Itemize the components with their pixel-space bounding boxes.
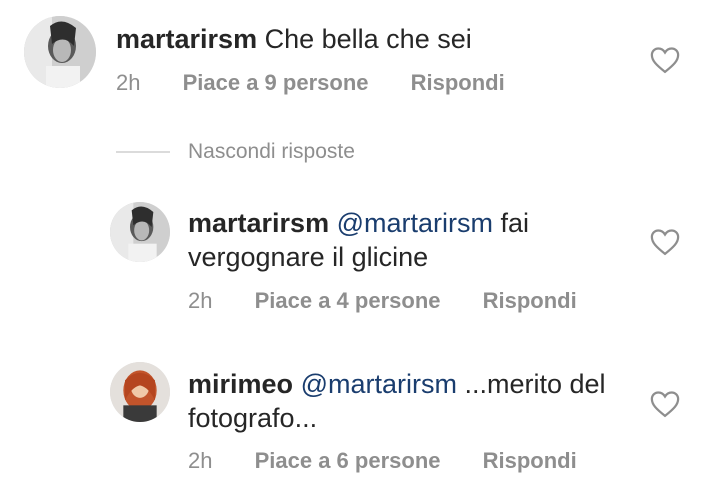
avatar[interactable]	[110, 362, 170, 422]
avatar[interactable]	[24, 16, 96, 88]
comment-text: martarirsm @martarirsm fai vergognare il…	[188, 206, 628, 274]
reply-button[interactable]: Rispondi	[483, 448, 577, 474]
comment-body-line1: ...merito del	[464, 369, 606, 399]
username[interactable]: martarirsm	[116, 24, 257, 54]
avatar[interactable]	[110, 202, 170, 262]
comment-body-line1: fai	[500, 208, 530, 238]
comment-text: martarirsm Che bella che sei	[116, 22, 472, 56]
comment-meta: 2h Piace a 4 persone Rispondi	[188, 288, 577, 314]
comment-text: mirimeo @martarirsm ...merito del fotogr…	[188, 367, 628, 435]
mention-link[interactable]: @martarirsm	[337, 208, 493, 238]
divider	[116, 151, 170, 153]
comment-body-line2: fotografo...	[188, 403, 318, 433]
comment-meta: 2h Piace a 6 persone Rispondi	[188, 448, 577, 474]
likes-count[interactable]: Piace a 4 persone	[255, 288, 441, 314]
hide-replies-button[interactable]: Nascondi risposte	[188, 140, 355, 164]
likes-count[interactable]: Piace a 6 persone	[255, 448, 441, 474]
comment-meta: 2h Piace a 9 persone Rispondi	[116, 70, 505, 96]
timestamp: 2h	[188, 288, 213, 313]
timestamp: 2h	[116, 70, 141, 95]
comment-body: Che bella che sei	[264, 24, 472, 54]
reply-button[interactable]: Rispondi	[483, 288, 577, 314]
reply-button[interactable]: Rispondi	[411, 70, 505, 96]
avatar-photo	[24, 16, 96, 88]
likes-count[interactable]: Piace a 9 persone	[183, 70, 369, 96]
comment-1: martarirsm Che bella che sei 2h Piace a …	[0, 0, 719, 120]
timestamp: 2h	[188, 448, 213, 473]
heart-icon[interactable]	[650, 390, 680, 418]
heart-icon[interactable]	[650, 46, 680, 74]
username[interactable]: mirimeo	[188, 369, 293, 399]
username[interactable]: martarirsm	[188, 208, 329, 238]
comment-2: martarirsm @martarirsm fai vergognare il…	[0, 190, 719, 330]
avatar-photo	[110, 202, 170, 262]
mention-link[interactable]: @martarirsm	[301, 369, 457, 399]
comment-body-line2: vergognare il glicine	[188, 242, 429, 272]
avatar-photo	[110, 362, 170, 422]
comment-3: mirimeo @martarirsm ...merito del fotogr…	[0, 352, 719, 486]
heart-icon[interactable]	[650, 228, 680, 256]
